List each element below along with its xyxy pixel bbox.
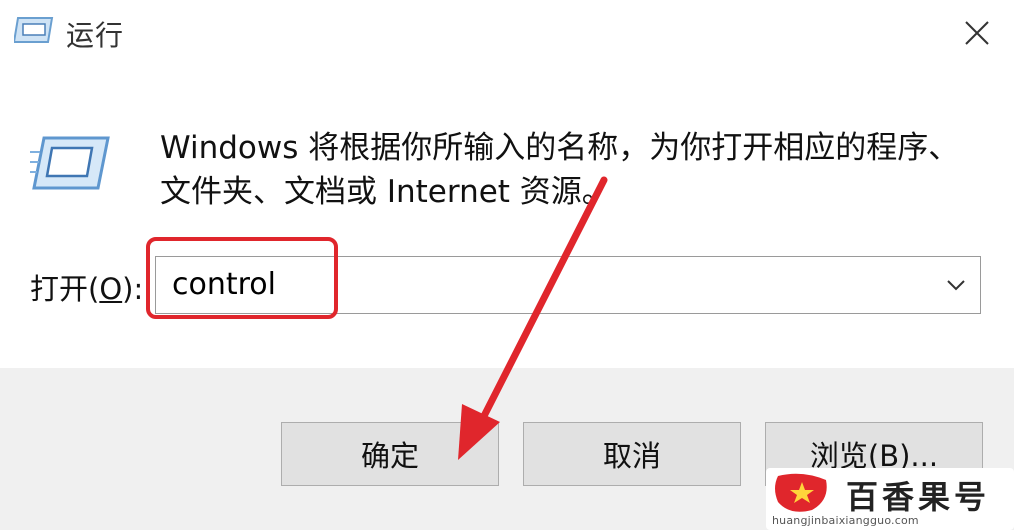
watermark-name: 百香果号	[846, 478, 991, 516]
chevron-down-icon[interactable]	[940, 269, 972, 301]
watermark-logo-icon	[775, 473, 827, 512]
dialog-description: Windows 将根据你所输入的名称，为你打开相应的程序、文件夹、文档或 Int…	[160, 130, 960, 210]
title-bar: 运行	[0, 0, 1014, 70]
cancel-button[interactable]: 取消	[523, 422, 741, 486]
open-label-accelerator: O	[99, 272, 123, 306]
watermark: 百香果号 huangjinbaixiangguo.com	[766, 468, 1014, 530]
close-button[interactable]	[952, 10, 1002, 56]
watermark-url: huangjinbaixiangguo.com	[772, 514, 919, 527]
open-label-suffix: ):	[122, 272, 144, 306]
run-program-icon	[30, 136, 110, 190]
open-label: 打开(O):	[30, 266, 143, 308]
close-icon	[965, 21, 989, 45]
window-title: 运行	[66, 19, 125, 52]
ok-button[interactable]: 确定	[281, 422, 499, 486]
highlight-box	[146, 237, 338, 319]
run-icon	[14, 17, 54, 43]
dialog-content	[0, 70, 1014, 368]
open-label-prefix: 打开(	[30, 272, 100, 306]
